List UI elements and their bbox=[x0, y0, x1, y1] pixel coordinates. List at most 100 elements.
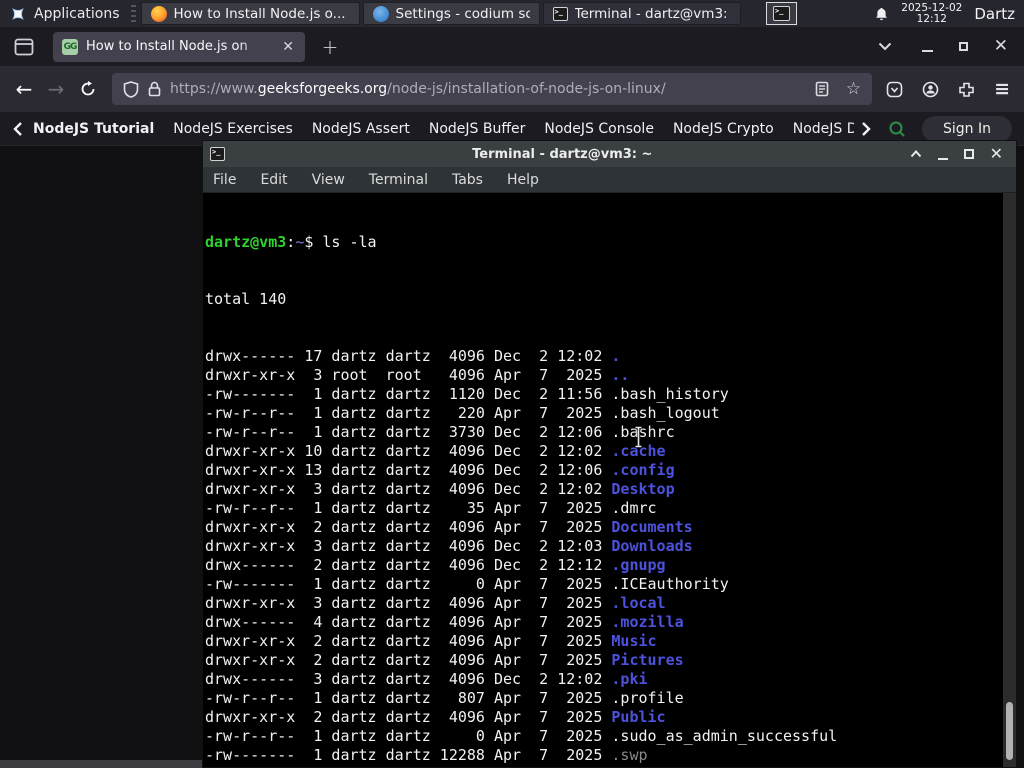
terminal-scrollbar[interactable] bbox=[1003, 193, 1016, 767]
chevron-right-icon[interactable] bbox=[860, 121, 872, 137]
maximize-icon[interactable] bbox=[963, 149, 974, 159]
file-info: -rw-r--r-- 1 dartz dartz 3730 Dec 2 12:0… bbox=[205, 423, 612, 441]
firefox-view-button[interactable] bbox=[7, 33, 41, 61]
terminal-window-controls: ✕ bbox=[900, 146, 1009, 162]
file-info: drwxr-xr-x 2 dartz dartz 4096 Apr 7 2025 bbox=[205, 518, 612, 536]
dir-name: Pictures bbox=[611, 651, 684, 669]
sign-in-button[interactable]: Sign In bbox=[922, 115, 1012, 142]
dir-name: .. bbox=[611, 366, 630, 384]
url-path: /node-js/installation-of-node-js-on-linu… bbox=[387, 81, 666, 97]
tab-close-icon[interactable]: ✕ bbox=[280, 38, 296, 56]
dir-name: .mozilla bbox=[611, 613, 684, 631]
tab-title: How to Install Node.js on bbox=[86, 39, 248, 54]
nav-link-nodejs-buffer[interactable]: NodeJS Buffer bbox=[429, 121, 526, 137]
terminal-title: Terminal - dartz@vm3: ~ bbox=[472, 146, 653, 162]
maximize-icon[interactable] bbox=[958, 42, 968, 51]
nav-link-nodejs-crypto[interactable]: NodeJS Crypto bbox=[673, 121, 774, 137]
file-name: .profile bbox=[611, 689, 684, 707]
clock-time: 12:12 bbox=[916, 12, 947, 25]
dir-name: Public bbox=[611, 708, 666, 726]
search-icon[interactable] bbox=[888, 120, 906, 138]
applications-menu-label: Applications bbox=[34, 5, 120, 22]
terminal-listing-row: drwx------ 4 dartz dartz 4096 Apr 7 2025… bbox=[205, 613, 1016, 632]
account-icon[interactable] bbox=[922, 81, 939, 98]
terminal-output[interactable]: dartz@vm3:~$ ls -la total 140 drwx------… bbox=[203, 193, 1016, 767]
shade-icon[interactable] bbox=[910, 150, 922, 158]
file-name: .bash_history bbox=[611, 385, 729, 403]
file-name: .dmrc bbox=[611, 499, 657, 517]
window-button-terminal[interactable]: Terminal - dartz@vm3: ~ bbox=[542, 2, 741, 25]
terminal-listing-row: -rw-r--r-- 1 dartz dartz 0 Apr 7 2025 .s… bbox=[205, 727, 1016, 746]
terminal-listing-row: drwxr-xr-x 3 dartz dartz 4096 Dec 2 12:0… bbox=[205, 480, 1016, 499]
extensions-icon[interactable] bbox=[958, 81, 975, 98]
dir-name: .gnupg bbox=[611, 556, 666, 574]
forward-button[interactable]: → bbox=[40, 73, 72, 105]
file-info: -rw------- 1 dartz dartz 12288 Apr 7 202… bbox=[205, 746, 612, 764]
terminal-title-bar[interactable]: Terminal - dartz@vm3: ~ ✕ bbox=[203, 141, 1016, 167]
terminal-listing-row: -rw-r--r-- 1 dartz dartz 220 Apr 7 2025 … bbox=[205, 404, 1016, 423]
typed-command: ls -la bbox=[322, 233, 377, 251]
terminal-listing-row: drwxr-xr-x 3 dartz dartz 4096 Dec 2 12:0… bbox=[205, 537, 1016, 556]
clock-date: 2025-12-02 bbox=[901, 1, 963, 14]
window-button-label: Terminal - dartz@vm3: ~ bbox=[574, 5, 731, 22]
dir-name: .config bbox=[611, 461, 675, 479]
window-controls: ✕ bbox=[878, 38, 1024, 55]
new-tab-button[interactable]: + bbox=[315, 33, 345, 61]
terminal-icon bbox=[210, 147, 225, 161]
nav-link-nodejs-tutorial[interactable]: NodeJS Tutorial bbox=[33, 121, 154, 137]
minimize-icon[interactable] bbox=[921, 49, 933, 52]
dir-name: .pki bbox=[611, 670, 648, 688]
reload-button[interactable] bbox=[72, 73, 104, 105]
terminal-listing-row: drwx------ 2 dartz dartz 4096 Dec 2 12:1… bbox=[205, 556, 1016, 575]
list-all-tabs-icon[interactable] bbox=[878, 42, 892, 51]
lock-icon[interactable] bbox=[148, 81, 161, 97]
dir-name: Templates bbox=[611, 765, 692, 767]
workspace-pager[interactable] bbox=[766, 2, 797, 25]
applications-menu-button[interactable]: Applications bbox=[0, 0, 129, 27]
nav-link-nodejs-assert[interactable]: NodeJS Assert bbox=[312, 121, 410, 137]
terminal-listing-row: drwxr-xr-x 10 dartz dartz 4096 Dec 2 12:… bbox=[205, 442, 1016, 461]
tracking-shield-icon[interactable] bbox=[123, 80, 139, 98]
nav-link-nodejs-exercises[interactable]: NodeJS Exercises bbox=[173, 121, 293, 137]
terminal-listing-row: -rw-r--r-- 1 dartz dartz 807 Apr 7 2025 … bbox=[205, 689, 1016, 708]
menu-terminal[interactable]: Terminal bbox=[368, 172, 429, 188]
url-domain: geeksforgeeks.org bbox=[257, 81, 388, 97]
menu-icon[interactable]: ≡ bbox=[994, 78, 1010, 100]
url-bar[interactable]: https://www.geeksforgeeks.org/node-js/in… bbox=[112, 73, 873, 105]
bookmark-star-icon[interactable]: ☆ bbox=[846, 79, 861, 99]
browser-tab-bar: GG How to Install Node.js on ✕ + ✕ bbox=[0, 27, 1024, 66]
menu-help[interactable]: Help bbox=[506, 172, 540, 188]
terminal-scrollbar-thumb[interactable] bbox=[1006, 702, 1013, 760]
chevron-left-icon[interactable] bbox=[12, 121, 24, 137]
menu-file[interactable]: File bbox=[212, 172, 237, 188]
nav-link-nodejs-dns[interactable]: NodeJS DNS bbox=[793, 121, 854, 137]
terminal-listing-row: drwxr-xr-x 3 root root 4096 Apr 7 2025 .… bbox=[205, 366, 1016, 385]
window-button-codium[interactable]: Settings - codium script... bbox=[362, 2, 540, 25]
downloads-icon[interactable] bbox=[886, 81, 903, 98]
reader-mode-icon[interactable] bbox=[815, 81, 829, 97]
menu-tabs[interactable]: Tabs bbox=[451, 172, 484, 188]
terminal-listing-row: -rw------- 1 dartz dartz 1120 Dec 2 11:5… bbox=[205, 385, 1016, 404]
menu-edit[interactable]: Edit bbox=[259, 172, 288, 188]
browser-tab-active[interactable]: GG How to Install Node.js on ✕ bbox=[53, 31, 305, 62]
window-button-firefox[interactable]: How to Install Node.js o... bbox=[140, 2, 360, 25]
file-info: -rw-r--r-- 1 dartz dartz 807 Apr 7 2025 bbox=[205, 689, 612, 707]
close-icon[interactable]: ✕ bbox=[990, 146, 1003, 162]
minimize-icon[interactable] bbox=[937, 157, 948, 160]
terminal-listing-row: drwxr-xr-x 13 dartz dartz 4096 Dec 2 12:… bbox=[205, 461, 1016, 480]
notification-bell-icon[interactable] bbox=[874, 6, 889, 22]
clock[interactable]: 2025-12-02 12:12 bbox=[901, 1, 963, 25]
nav-link-nodejs-console[interactable]: NodeJS Console bbox=[544, 121, 654, 137]
file-info: drwx------ 4 dartz dartz 4096 Apr 7 2025 bbox=[205, 613, 612, 631]
menu-view[interactable]: View bbox=[311, 172, 346, 188]
page-bottom-scrollbar[interactable] bbox=[0, 760, 202, 768]
file-info: -rw------- 1 dartz dartz 0 Apr 7 2025 bbox=[205, 575, 612, 593]
terminal-icon bbox=[552, 6, 568, 21]
terminal-listing-row: -rw------- 1 dartz dartz 12288 Apr 7 202… bbox=[205, 746, 1016, 765]
back-button[interactable]: ← bbox=[8, 73, 40, 105]
terminal-listing-row: drwxr-xr-x 2 dartz dartz 4096 Apr 7 2025… bbox=[205, 632, 1016, 651]
prompt-symbol: $ bbox=[304, 233, 323, 251]
close-icon[interactable]: ✕ bbox=[994, 38, 1008, 55]
terminal-listing-row: drwxr-xr-x 2 dartz dartz 4096 Apr 7 2025… bbox=[205, 651, 1016, 670]
panel-grip-handle[interactable] bbox=[130, 4, 136, 23]
